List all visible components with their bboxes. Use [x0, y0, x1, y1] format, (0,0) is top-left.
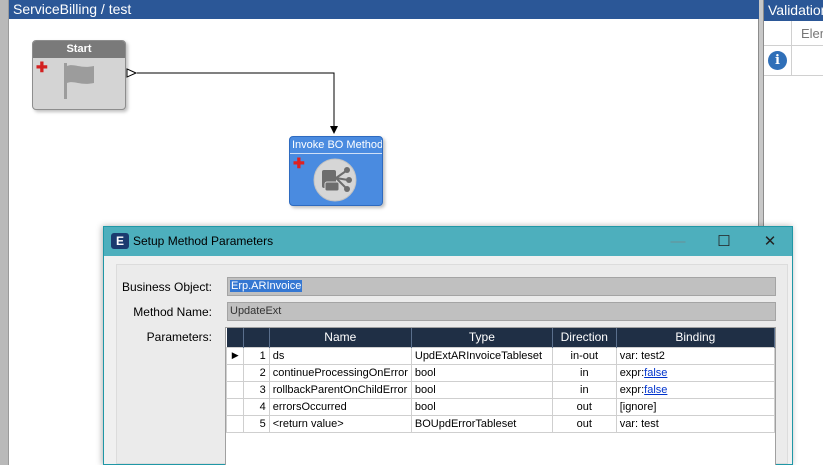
param-name[interactable]: rollbackParentOnChildError: [268, 380, 412, 399]
maximize-button[interactable]: ☐: [701, 227, 747, 256]
invoke-node-title: Invoke BO Method: [290, 137, 382, 154]
param-name[interactable]: <return value>: [268, 414, 412, 433]
param-binding[interactable]: [ignore]: [615, 397, 775, 416]
param-binding[interactable]: expr:false: [615, 380, 775, 399]
parameters-label: Parameters:: [146, 330, 212, 344]
setup-method-parameters-dialog: E Setup Method Parameters — ☐ ✕ Business…: [103, 226, 793, 465]
invoke-bo-method-node[interactable]: Invoke BO Method ✚: [289, 136, 383, 206]
param-direction[interactable]: in: [551, 380, 617, 399]
param-type[interactable]: bool: [410, 363, 553, 382]
validation-column-header: Element: [764, 21, 823, 46]
param-binding[interactable]: var: test2: [615, 346, 775, 365]
start-node-title: Start: [33, 41, 125, 58]
business-object-field[interactable]: Erp.ARInvoice: [227, 277, 776, 296]
table-row[interactable]: 3 rollbackParentOnChildError bool in exp…: [226, 380, 775, 399]
param-binding[interactable]: var: test: [615, 414, 775, 433]
minimize-button[interactable]: —: [655, 227, 701, 256]
bo-method-icon: [312, 158, 358, 205]
column-header-name[interactable]: Name: [269, 328, 412, 347]
param-name[interactable]: continueProcessingOnError: [268, 363, 412, 382]
app-logo-icon: E: [111, 233, 129, 249]
start-node[interactable]: Start ✚: [32, 40, 126, 110]
param-direction[interactable]: in: [551, 363, 617, 382]
dialog-body: Business Object: Erp.ARInvoice Method Na…: [116, 264, 788, 465]
grid-header-row: Name Type Direction Binding: [226, 328, 775, 347]
param-type[interactable]: UpdExtARInvoiceTableset: [410, 346, 553, 365]
method-name-label: Method Name:: [133, 305, 212, 319]
binding-link[interactable]: false: [644, 367, 667, 379]
param-direction[interactable]: out: [551, 397, 617, 416]
info-icon: i: [768, 51, 787, 70]
output-port-icon[interactable]: [126, 68, 137, 78]
parameters-grid[interactable]: Name Type Direction Binding ▶ 1 ds UpdEx…: [225, 327, 776, 465]
table-row[interactable]: ▶ 1 ds UpdExtARInvoiceTableset in-out va…: [226, 346, 775, 365]
column-header-type[interactable]: Type: [411, 328, 553, 347]
binding-link[interactable]: false: [644, 384, 667, 396]
validation-title: Validation: [764, 0, 823, 21]
flag-icon: [64, 63, 96, 102]
validation-column-element: Element: [801, 26, 823, 41]
param-direction[interactable]: in-out: [551, 346, 617, 365]
current-row-indicator-icon: ▶: [226, 346, 245, 365]
validation-row[interactable]: i: [764, 46, 823, 76]
column-header-direction[interactable]: Direction: [552, 328, 617, 347]
param-type[interactable]: bool: [410, 380, 553, 399]
close-button[interactable]: ✕: [747, 227, 793, 256]
table-row[interactable]: 2 continueProcessingOnError bool in expr…: [226, 363, 775, 382]
method-name-field[interactable]: UpdateExt: [227, 302, 776, 321]
param-name[interactable]: ds: [268, 346, 412, 365]
table-row[interactable]: 4 errorsOccurred bool out [ignore]: [226, 397, 775, 416]
table-row[interactable]: 5 <return value> BOUpdErrorTableset out …: [226, 414, 775, 433]
column-header-binding[interactable]: Binding: [616, 328, 775, 347]
business-object-label: Business Object:: [121, 280, 212, 294]
dialog-title: Setup Method Parameters: [133, 234, 274, 248]
expand-plus-icon[interactable]: ✚: [293, 156, 305, 170]
param-direction[interactable]: out: [551, 414, 617, 433]
expand-plus-icon[interactable]: ✚: [36, 60, 48, 74]
business-object-value: Erp.ARInvoice: [230, 280, 303, 292]
param-binding[interactable]: expr:false: [615, 363, 775, 382]
dialog-titlebar[interactable]: E Setup Method Parameters — ☐ ✕: [104, 227, 792, 256]
param-name[interactable]: errorsOccurred: [268, 397, 412, 416]
param-type[interactable]: bool: [410, 397, 553, 416]
param-type[interactable]: BOUpdErrorTableset: [410, 414, 553, 433]
